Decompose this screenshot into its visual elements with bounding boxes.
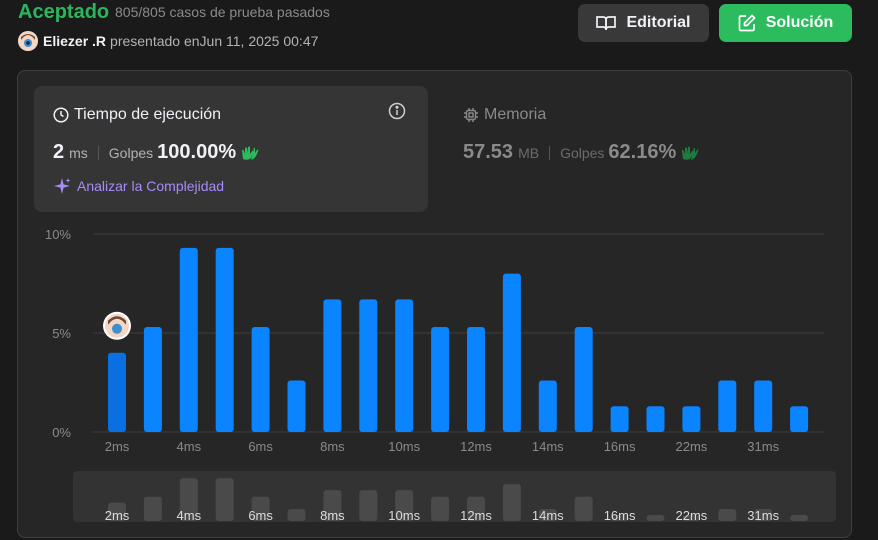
chart-bar: [790, 406, 809, 432]
submitted-date: presentado enJun 11, 2025 00:47: [110, 33, 319, 49]
chart-bar: [646, 406, 665, 432]
mini-x-tick-label: 8ms: [320, 508, 345, 523]
submission-header: Aceptado 805/805 casos de prueba pasados…: [0, 0, 878, 62]
mini-chart-bar: [646, 515, 665, 521]
x-tick-label: 22ms: [676, 439, 708, 454]
mini-chart-bar: [287, 509, 306, 521]
chart-bar: [502, 273, 521, 432]
chart-bar: [108, 352, 126, 432]
mini-x-tick-label: 2ms: [105, 508, 130, 523]
x-tick-label: 2ms: [105, 439, 130, 454]
author-name[interactable]: Eliezer .R: [43, 33, 106, 49]
mini-x-tick-label: 10ms: [388, 508, 420, 523]
chart-bar: [682, 406, 701, 432]
editorial-button[interactable]: Editorial: [578, 4, 709, 42]
mini-chart-bar: [574, 496, 593, 521]
solution-label: Solución: [765, 14, 834, 31]
editorial-label: Editorial: [626, 14, 691, 31]
mini-chart-bar: [359, 490, 378, 521]
author-row: Eliezer .R presentado enJun 11, 2025 00:…: [18, 31, 318, 51]
chart-bar: [431, 327, 450, 432]
mini-x-tick-label: 12ms: [460, 508, 492, 523]
x-tick-label: 14ms: [532, 439, 564, 454]
chart-bar: [610, 406, 629, 432]
mini-chart-bar: [215, 478, 234, 521]
x-tick-label: 12ms: [460, 439, 492, 454]
y-tick-label: 5%: [52, 326, 71, 341]
mini-chart-bar: [431, 496, 450, 521]
performance-panel: Tiempo de ejecución 2 ms Golpes 100.00% …: [17, 70, 852, 538]
chart-bar: [179, 247, 198, 432]
x-tick-label: 16ms: [604, 439, 636, 454]
mini-x-tick-label: 31ms: [747, 508, 779, 523]
chart-bar: [359, 299, 378, 432]
chart-bar: [323, 299, 342, 432]
mini-x-tick-label: 14ms: [532, 508, 564, 523]
status-accepted: Aceptado: [18, 1, 110, 23]
avatar-eye: [112, 323, 122, 334]
book-icon: [596, 16, 617, 31]
x-tick-label: 10ms: [388, 439, 420, 454]
y-tick-label: 10%: [45, 227, 71, 242]
mini-x-tick-label: 22ms: [676, 508, 708, 523]
mini-chart-bar: [718, 509, 737, 521]
mini-chart-bar: [790, 515, 809, 521]
chart-bar: [538, 380, 557, 432]
chart-bar: [754, 380, 773, 432]
chart-bar: [251, 327, 270, 432]
mini-chart-bar: [143, 496, 162, 521]
chart-bar: [395, 299, 414, 432]
x-tick-label: 4ms: [177, 439, 202, 454]
x-tick-label: 6ms: [248, 439, 273, 454]
runtime-distribution-chart: 0% 5% 10% 2ms 2ms 4ms 4ms 6ms 6ms 8ms 8ms 10ms 10ms 1…: [45, 227, 824, 523]
mini-x-tick-label: 16ms: [604, 508, 636, 523]
test-cases-passed: 805/805 casos de prueba pasados: [115, 4, 330, 20]
chart-bar: [215, 247, 234, 432]
avatar[interactable]: [18, 31, 38, 51]
chart-bar: [574, 327, 593, 432]
chart-bar: [143, 327, 162, 432]
chart-bar: [718, 380, 737, 432]
edit-icon: [738, 14, 756, 32]
chart-bar: [467, 327, 485, 432]
mini-chart-bar: [502, 484, 521, 521]
x-tick-label: 8ms: [320, 439, 345, 454]
x-tick-label: 31ms: [747, 439, 779, 454]
chart-bar: [287, 380, 306, 432]
mini-x-tick-label: 4ms: [177, 508, 202, 523]
solution-button[interactable]: Solución: [719, 4, 852, 42]
y-tick-label: 0%: [52, 425, 71, 440]
mini-x-tick-label: 6ms: [248, 508, 273, 523]
